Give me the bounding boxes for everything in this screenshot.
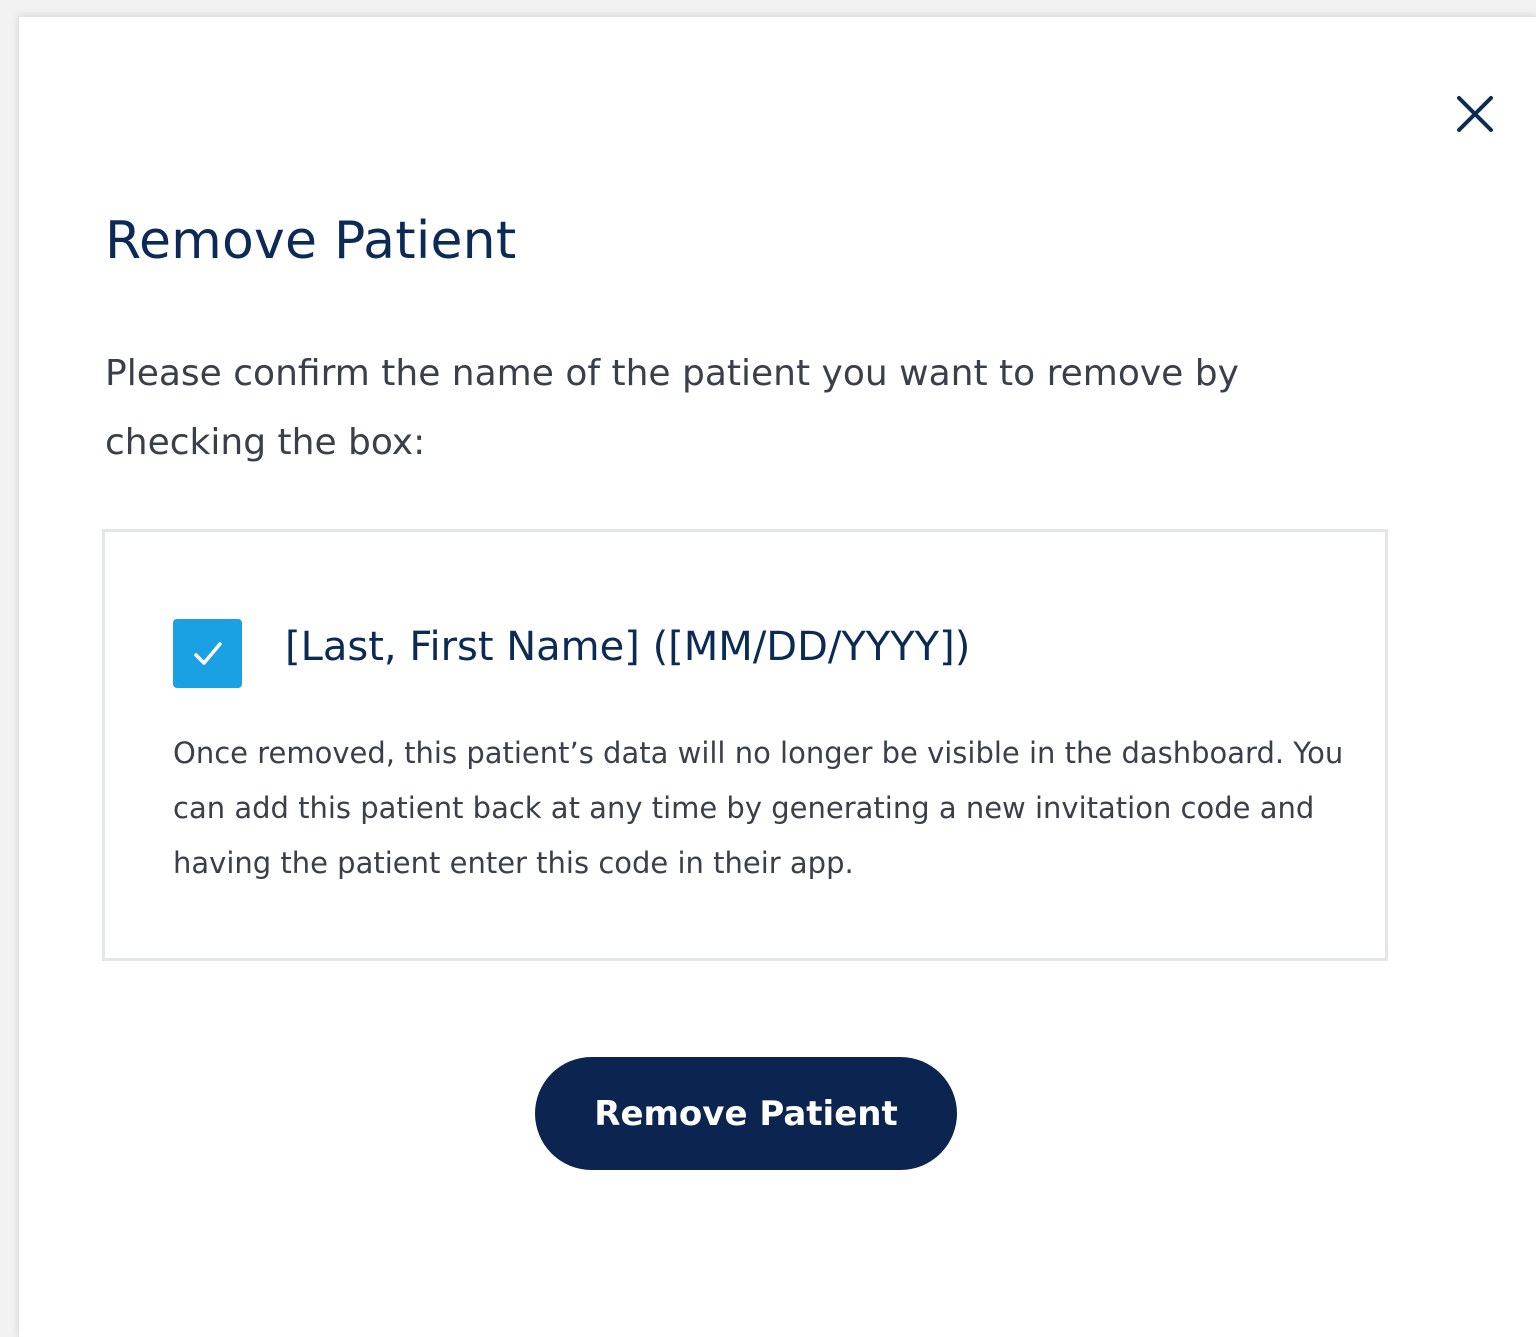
dialog-title: Remove Patient	[105, 211, 517, 271]
confirm-checkbox[interactable]	[173, 619, 242, 688]
removal-note: Once removed, this patient’s data will n…	[173, 736, 1344, 880]
confirmation-box: [Last, First Name] ([MM/DD/YYYY]) Once r…	[102, 529, 1388, 961]
remove-patient-dialog: Remove Patient Please confirm the name o…	[18, 16, 1536, 1337]
patient-name-label[interactable]: [Last, First Name] ([MM/DD/YYYY])	[285, 624, 970, 670]
remove-patient-button[interactable]: Remove Patient	[535, 1057, 957, 1170]
instructions-text: Please confirm the name of the patient y…	[105, 353, 1239, 463]
close-icon	[1457, 96, 1493, 132]
checkmark-icon	[194, 642, 222, 665]
close-button[interactable]	[1452, 91, 1498, 137]
